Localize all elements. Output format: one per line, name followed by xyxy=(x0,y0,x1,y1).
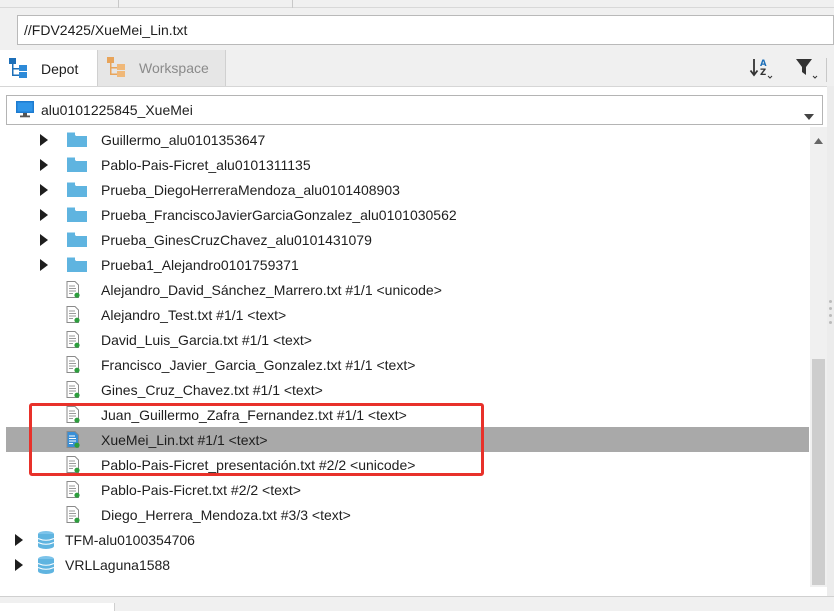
text-file-icon xyxy=(66,506,80,523)
tree-folder-row[interactable]: Prueba1_Alejandro0101759371 xyxy=(6,252,809,277)
tree-folder-row[interactable]: Prueba_GinesCruzChavez_alu0101431079 xyxy=(6,227,809,252)
tree-depot-row[interactable]: VRLLaguna1588 xyxy=(6,552,809,577)
text-file-icon xyxy=(66,456,80,473)
tree-folder-row[interactable]: Pablo-Pais-Ficret_alu0101311135 xyxy=(6,152,809,177)
expand-arrow-icon[interactable] xyxy=(39,183,49,196)
tree-row-label: Gines_Cruz_Chavez.txt #1/1 <text> xyxy=(101,381,323,398)
tree-file-row[interactable]: David_Luis_Garcia.txt #1/1 <text> xyxy=(6,327,809,352)
panel-splitter[interactable] xyxy=(827,86,834,596)
tree-row-label: Pablo-Pais-Ficret.txt #2/2 <text> xyxy=(101,481,301,498)
chevron-down-icon[interactable] xyxy=(804,107,814,123)
text-file-icon xyxy=(66,356,80,373)
tab-depot[interactable]: Depot xyxy=(0,50,97,86)
tab-bar: Depot Workspace A Z xyxy=(0,48,834,86)
workspace-tree-icon xyxy=(106,56,130,81)
depot-panel: alu0101225845_XueMei Guillermo_alu010135… xyxy=(0,86,834,596)
tree-file-row[interactable]: Gines_Cruz_Chavez.txt #1/1 <text> xyxy=(6,377,809,402)
text-file-icon xyxy=(66,281,80,298)
expand-arrow-icon[interactable] xyxy=(39,208,49,221)
tree-row-label: Pablo-Pais-Ficret_alu0101311135 xyxy=(101,156,311,173)
folder-icon xyxy=(66,206,88,223)
folder-icon xyxy=(66,256,88,273)
expand-arrow-icon[interactable] xyxy=(14,558,24,571)
tree-file-row[interactable]: XueMei_Lin.txt #1/1 <text> xyxy=(6,427,809,452)
tree-row-label: Guillermo_alu0101353647 xyxy=(101,131,266,148)
tree-row-label: Alejandro_David_Sánchez_Marrero.txt #1/1… xyxy=(101,281,442,298)
text-file-icon xyxy=(66,481,80,498)
workspace-selector[interactable]: alu0101225845_XueMei xyxy=(6,95,823,125)
tree-file-row[interactable]: Alejandro_David_Sánchez_Marrero.txt #1/1… xyxy=(6,277,809,302)
tree-row-label: Diego_Herrera_Mendoza.txt #3/3 <text> xyxy=(101,506,351,523)
top-strip xyxy=(0,0,834,8)
tree-row-label: David_Luis_Garcia.txt #1/1 <text> xyxy=(101,331,312,348)
expand-arrow-icon[interactable] xyxy=(39,158,49,171)
folder-icon xyxy=(66,181,88,198)
depot-database-icon xyxy=(36,530,56,550)
tree-row-label: Alejandro_Test.txt #1/1 <text> xyxy=(101,306,287,323)
sort-button[interactable]: A Z xyxy=(748,55,776,83)
tree-row-label: Francisco_Javier_Garcia_Gonzalez.txt #1/… xyxy=(101,356,416,373)
scroll-thumb[interactable] xyxy=(812,359,825,585)
tree-row-label: VRLLaguna1588 xyxy=(65,556,171,573)
tab-workspace[interactable]: Workspace xyxy=(97,50,226,86)
text-file-icon xyxy=(66,331,80,348)
tree-file-row[interactable]: Juan_Guillermo_Zafra_Fernandez.txt #1/1 … xyxy=(6,402,809,427)
filter-button[interactable] xyxy=(793,55,821,83)
tree-row-label: Prueba1_Alejandro0101759371 xyxy=(101,256,299,273)
tree-file-row[interactable]: Francisco_Javier_Garcia_Gonzalez.txt #1/… xyxy=(6,352,809,377)
splitter-grip[interactable] xyxy=(829,300,832,330)
bottom-strip xyxy=(0,596,834,611)
tree-scrollbar[interactable] xyxy=(810,127,827,587)
bottom-tab[interactable] xyxy=(0,603,115,611)
scroll-up-arrow-icon[interactable] xyxy=(814,131,823,147)
tree-folder-row[interactable]: Guillermo_alu0101353647 xyxy=(6,127,809,152)
tree-row-label: Prueba_DiegoHerreraMendoza_alu0101408903 xyxy=(101,181,400,198)
folder-icon xyxy=(66,231,88,248)
expand-arrow-icon[interactable] xyxy=(39,133,49,146)
depot-tree: Guillermo_alu0101353647 Pablo-Pais-Ficret… xyxy=(0,127,810,587)
filter-funnel-icon xyxy=(794,56,820,83)
tab-workspace-label: Workspace xyxy=(139,60,209,76)
path-input[interactable] xyxy=(17,15,834,45)
expand-arrow-icon[interactable] xyxy=(39,233,49,246)
tree-row-label: TFM-alu0100354706 xyxy=(65,531,195,548)
toolbar-divider xyxy=(826,58,827,82)
tab-depot-label: Depot xyxy=(41,61,79,77)
tree-file-row[interactable]: Pablo-Pais-Ficret.txt #2/2 <text> xyxy=(6,477,809,502)
tree-file-row[interactable]: Diego_Herrera_Mendoza.txt #3/3 <text> xyxy=(6,502,809,527)
monitor-icon xyxy=(15,100,35,121)
folder-icon xyxy=(66,131,88,148)
tree-row-label: XueMei_Lin.txt #1/1 <text> xyxy=(101,431,268,448)
tree-row-label: Pablo-Pais-Ficret_presentación.txt #2/2 … xyxy=(101,456,416,473)
sort-az-icon: A Z xyxy=(749,56,775,83)
workspace-selector-value: alu0101225845_XueMei xyxy=(41,102,193,118)
tree-row-label: Prueba_GinesCruzChavez_alu0101431079 xyxy=(101,231,372,248)
svg-text:Z: Z xyxy=(760,68,766,78)
expand-arrow-icon[interactable] xyxy=(39,258,49,271)
tree-file-row[interactable]: Alejandro_Test.txt #1/1 <text> xyxy=(6,302,809,327)
expand-arrow-icon[interactable] xyxy=(14,533,24,546)
depot-database-icon xyxy=(36,555,56,575)
depot-tree-icon xyxy=(8,57,32,82)
tree-folder-row[interactable]: Prueba_DiegoHerreraMendoza_alu0101408903 xyxy=(6,177,809,202)
text-file-icon xyxy=(66,381,80,398)
tree-depot-row[interactable]: TFM-alu0100354706 xyxy=(6,527,809,552)
text-file-icon xyxy=(66,431,80,448)
text-file-icon xyxy=(66,406,80,423)
tree-row-label: Juan_Guillermo_Zafra_Fernandez.txt #1/1 … xyxy=(101,406,407,423)
tree-folder-row[interactable]: Prueba_FranciscoJavierGarciaGonzalez_alu… xyxy=(6,202,809,227)
folder-icon xyxy=(66,156,88,173)
tree-file-row[interactable]: Pablo-Pais-Ficret_presentación.txt #2/2 … xyxy=(6,452,809,477)
tree-row-label: Prueba_FranciscoJavierGarciaGonzalez_alu… xyxy=(101,206,457,223)
text-file-icon xyxy=(66,306,80,323)
path-bar xyxy=(0,12,834,48)
